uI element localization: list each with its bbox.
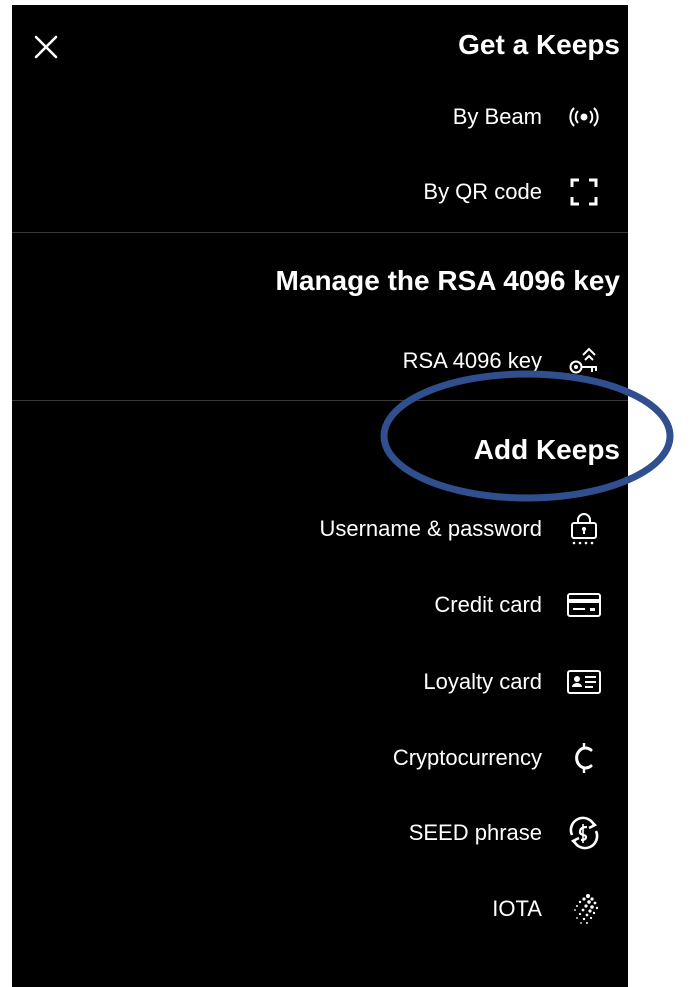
- password-icon: [566, 511, 602, 547]
- menu-drawer: Get a Keeps By Beam By QR code Manage th…: [12, 5, 628, 987]
- divider: [12, 400, 628, 401]
- cryptocurrency-icon: [566, 740, 602, 776]
- menu-item-label: RSA 4096 key: [402, 348, 542, 373]
- menu-item-label: By Beam: [452, 104, 542, 129]
- menu-item-loyalty-card[interactable]: Loyalty card: [423, 662, 602, 702]
- menu-item-rsa-key[interactable]: RSA 4096 key: [403, 341, 602, 381]
- menu-item-label: By QR code: [423, 179, 542, 204]
- section-title-get-keeps: Get a Keeps: [458, 29, 620, 60]
- menu-item-by-qr-code[interactable]: By QR code: [423, 172, 602, 212]
- menu-item-label: Loyalty card: [423, 669, 542, 694]
- section-title-add-keeps: Add Keeps: [473, 434, 620, 465]
- seed-phrase-icon: [566, 815, 602, 851]
- credit-card-icon: [566, 587, 602, 623]
- menu-item-iota[interactable]: IOTA: [492, 889, 602, 929]
- menu-item-label: IOTA: [492, 896, 542, 921]
- menu-item-label: Username & password: [319, 516, 542, 541]
- qr-scan-icon: [566, 174, 602, 210]
- key-icon: [566, 343, 602, 379]
- loyalty-card-icon: [566, 664, 602, 700]
- menu-item-cryptocurrency[interactable]: Cryptocurrency: [393, 738, 602, 778]
- beam-icon: [566, 99, 602, 135]
- divider: [12, 232, 628, 233]
- close-button[interactable]: [32, 33, 60, 61]
- section-title-manage-rsa: Manage the RSA 4096 key: [275, 265, 620, 296]
- close-icon: [34, 35, 58, 59]
- menu-item-label: Credit card: [434, 592, 542, 617]
- menu-item-label: Cryptocurrency: [392, 745, 542, 770]
- menu-item-username-password[interactable]: Username & password: [319, 509, 602, 549]
- menu-item-seed-phrase[interactable]: SEED phrase: [409, 813, 602, 853]
- menu-item-credit-card[interactable]: Credit card: [434, 585, 602, 625]
- menu-item-label: SEED phrase: [408, 820, 542, 845]
- iota-icon: [566, 891, 602, 927]
- menu-item-by-beam[interactable]: By Beam: [453, 97, 602, 137]
